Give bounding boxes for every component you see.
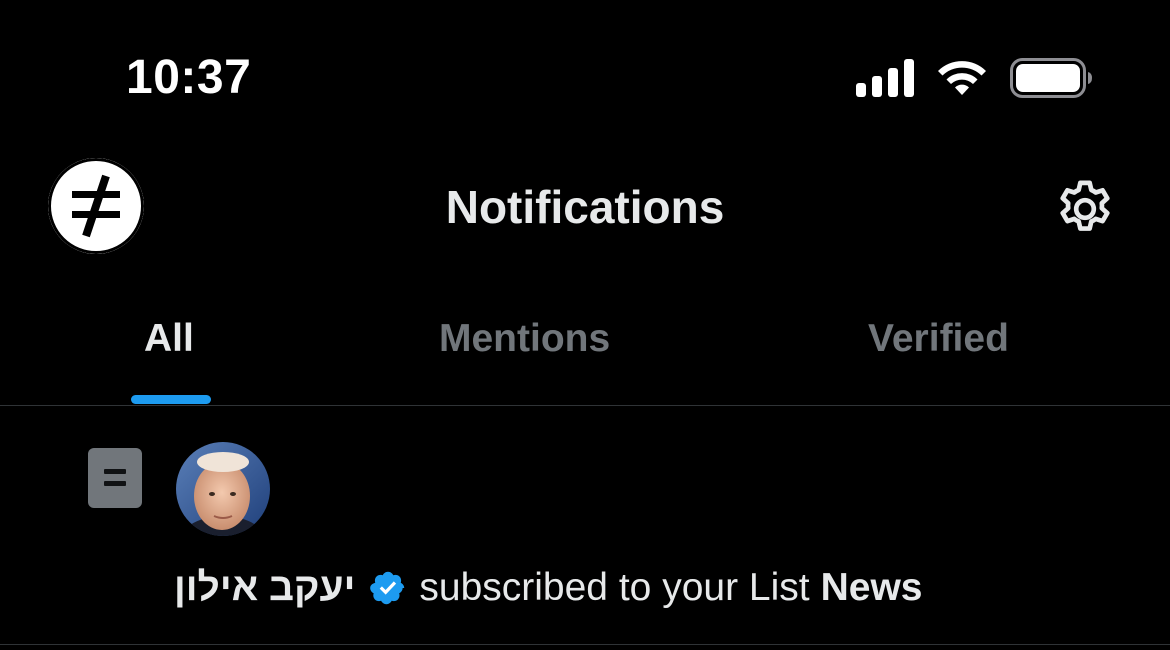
user-name[interactable]: יעקב אילון — [174, 566, 355, 610]
list-icon — [88, 448, 142, 508]
tab-bar: All Mentions Verified — [0, 285, 1170, 405]
wifi-icon — [936, 59, 988, 97]
tab-all-label: All — [144, 317, 194, 360]
app-header: Notifications — [0, 150, 1170, 270]
status-bar: 10:37 — [0, 0, 1170, 150]
notification-text: יעקב אילון subscribed to your List News — [174, 566, 922, 610]
battery-icon — [1010, 58, 1092, 98]
cellular-signal-icon — [856, 59, 914, 97]
page-title: Notifications — [445, 181, 725, 233]
tab-mentions[interactable]: Mentions — [340, 285, 730, 405]
notification-action: subscribed to your List — [419, 566, 810, 609]
settings-button[interactable] — [1052, 176, 1118, 242]
active-tab-indicator — [131, 395, 211, 404]
tab-verified-label: Verified — [868, 317, 1009, 360]
gear-icon — [1060, 180, 1110, 231]
verified-badge-icon — [370, 571, 405, 605]
status-time: 10:37 — [126, 51, 252, 104]
tab-all[interactable]: All — [0, 285, 340, 405]
notification-item[interactable]: יעקב אילון subscribed to your List News — [0, 406, 1170, 644]
avatar[interactable] — [176, 442, 270, 536]
divider — [0, 644, 1170, 645]
status-icons — [856, 58, 1092, 98]
tab-verified[interactable]: Verified — [730, 285, 1170, 405]
tab-mentions-label: Mentions — [439, 317, 611, 360]
list-name[interactable]: News — [821, 566, 923, 610]
